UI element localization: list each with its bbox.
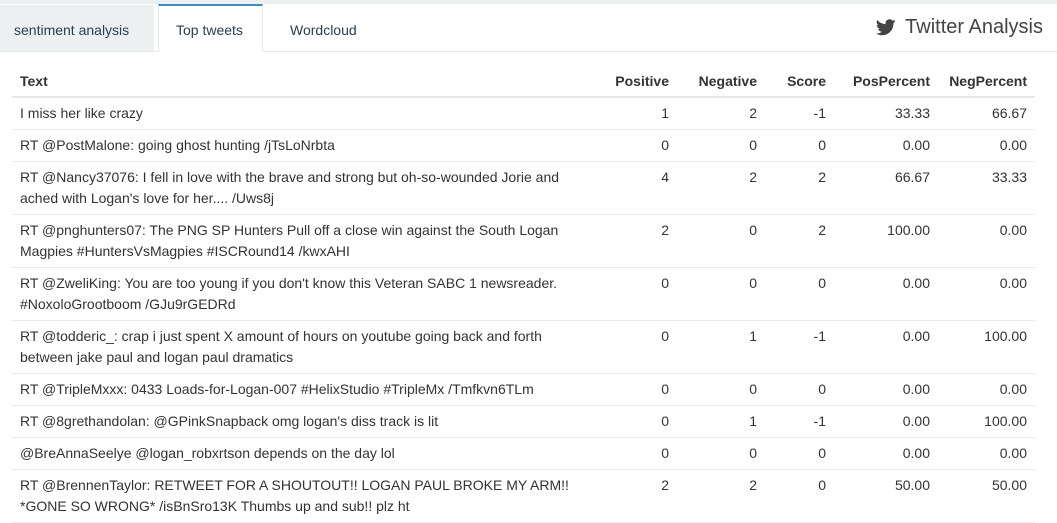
cell-score: 0 [765, 129, 834, 162]
column-header-negpercent[interactable]: NegPercent [938, 65, 1035, 98]
table-row: RT @Nancy37076: I fell in love with the … [12, 161, 1035, 215]
cell-score: -1 [765, 405, 834, 438]
column-header-pospercent[interactable]: PosPercent [834, 65, 938, 98]
app-brand: Twitter Analysis [876, 16, 1043, 39]
column-header-score[interactable]: Score [765, 65, 834, 98]
tab-top-tweets[interactable]: Top tweets [158, 4, 263, 52]
cell-text: RT @PostMalone: going ghost hunting /jTs… [12, 129, 599, 162]
cell-negative: 0 [677, 214, 765, 268]
cell-positive: 1 [599, 97, 677, 130]
cell-pospercent: 0.00 [834, 129, 938, 162]
tab-sentiment-analysis[interactable]: sentiment analysis [0, 5, 154, 51]
cell-positive: 0 [599, 437, 677, 470]
cell-positive: 2 [599, 214, 677, 268]
cell-text: RT @Nancy37076: I fell in love with the … [12, 161, 599, 215]
cell-score: 0 [765, 267, 834, 321]
cell-score: -1 [765, 97, 834, 130]
cell-text: RT @todderic_: crap i just spent X amoun… [12, 320, 599, 374]
table-row: RT @TripleMxxx: 0433 Loads-for-Logan-007… [12, 373, 1035, 406]
table-row: RT @BrennenTaylor: RETWEET FOR A SHOUTOU… [12, 469, 1035, 523]
cell-pospercent: 0.00 [834, 267, 938, 321]
top-tweets-table: Text Positive Negative Score PosPercent … [12, 65, 1035, 523]
cell-pospercent: 0.00 [834, 405, 938, 438]
cell-pospercent: 100.00 [834, 214, 938, 268]
table-row: RT @8grethandolan: @GPinkSnapback omg lo… [12, 405, 1035, 438]
table-row: RT @todderic_: crap i just spent X amoun… [12, 320, 1035, 374]
cell-text: I miss her like crazy [12, 97, 599, 130]
cell-pospercent: 33.33 [834, 97, 938, 130]
cell-pospercent: 0.00 [834, 437, 938, 470]
column-header-text[interactable]: Text [12, 65, 599, 98]
cell-negpercent: 66.67 [938, 97, 1035, 130]
cell-positive: 0 [599, 267, 677, 321]
cell-negative: 2 [677, 97, 765, 130]
cell-negpercent: 0.00 [938, 214, 1035, 268]
cell-positive: 0 [599, 320, 677, 374]
cell-pospercent: 0.00 [834, 320, 938, 374]
cell-negpercent: 100.00 [938, 405, 1035, 438]
cell-text: RT @BrennenTaylor: RETWEET FOR A SHOUTOU… [12, 469, 599, 523]
cell-negative: 0 [677, 267, 765, 321]
cell-score: 0 [765, 469, 834, 523]
cell-pospercent: 0.00 [834, 373, 938, 406]
app-title: Twitter Analysis [905, 16, 1043, 38]
cell-positive: 0 [599, 129, 677, 162]
table-row: @BreAnnaSeelye @logan_robxrtson depends … [12, 437, 1035, 470]
table-header-row: Text Positive Negative Score PosPercent … [12, 65, 1035, 98]
cell-negative: 0 [677, 437, 765, 470]
cell-text: RT @pnghunters07: The PNG SP Hunters Pul… [12, 214, 599, 268]
cell-negative: 1 [677, 405, 765, 438]
top-tweets-panel: Text Positive Negative Score PosPercent … [0, 52, 1057, 523]
table-row: I miss her like crazy 1 2 -1 33.33 66.67 [12, 97, 1035, 130]
cell-negpercent: 0.00 [938, 129, 1035, 162]
cell-negpercent: 0.00 [938, 373, 1035, 406]
table-row: RT @PostMalone: going ghost hunting /jTs… [12, 129, 1035, 162]
column-header-negative[interactable]: Negative [677, 65, 765, 98]
cell-score: 2 [765, 214, 834, 268]
cell-score: 0 [765, 373, 834, 406]
cell-score: -1 [765, 320, 834, 374]
table-row: RT @ZweliKing: You are too young if you … [12, 267, 1035, 321]
cell-text: @BreAnnaSeelye @logan_robxrtson depends … [12, 437, 599, 470]
tab-wordcloud[interactable]: Wordcloud [263, 5, 359, 51]
cell-negative: 2 [677, 469, 765, 523]
cell-pospercent: 66.67 [834, 161, 938, 215]
twitter-bird-icon [876, 19, 896, 36]
cell-positive: 0 [599, 405, 677, 438]
cell-negative: 2 [677, 161, 765, 215]
cell-negpercent: 50.00 [938, 469, 1035, 523]
cell-negative: 1 [677, 320, 765, 374]
cell-negpercent: 33.33 [938, 161, 1035, 215]
tab-bar: sentiment analysis Top tweets Wordcloud … [0, 4, 1057, 52]
cell-positive: 0 [599, 373, 677, 406]
cell-negpercent: 0.00 [938, 267, 1035, 321]
cell-text: RT @8grethandolan: @GPinkSnapback omg lo… [12, 405, 599, 438]
cell-pospercent: 50.00 [834, 469, 938, 523]
cell-negpercent: 0.00 [938, 437, 1035, 470]
cell-text: RT @TripleMxxx: 0433 Loads-for-Logan-007… [12, 373, 599, 406]
column-header-positive[interactable]: Positive [599, 65, 677, 98]
cell-positive: 2 [599, 469, 677, 523]
cell-score: 0 [765, 437, 834, 470]
cell-negpercent: 100.00 [938, 320, 1035, 374]
table-row: RT @pnghunters07: The PNG SP Hunters Pul… [12, 214, 1035, 268]
cell-text: RT @ZweliKing: You are too young if you … [12, 267, 599, 321]
cell-positive: 4 [599, 161, 677, 215]
cell-score: 2 [765, 161, 834, 215]
cell-negative: 0 [677, 373, 765, 406]
cell-negative: 0 [677, 129, 765, 162]
